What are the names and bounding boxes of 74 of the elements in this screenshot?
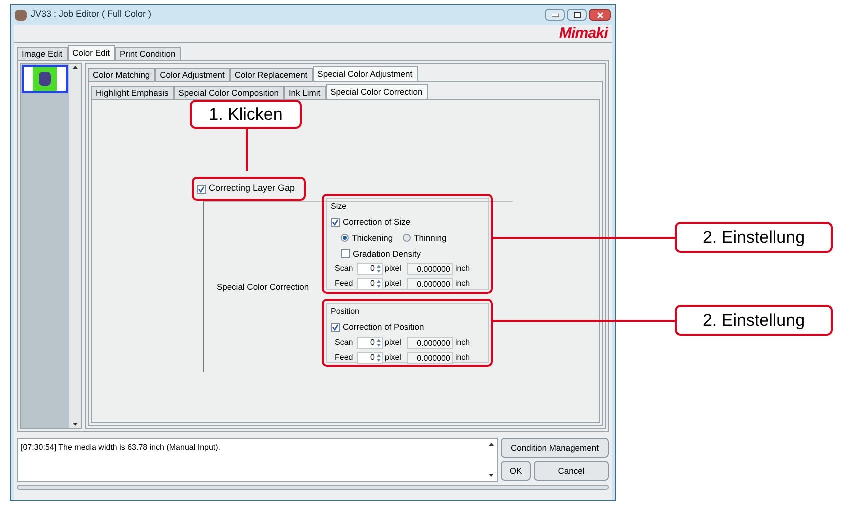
thumbnail-item[interactable] xyxy=(22,65,68,93)
field-label: Scan xyxy=(335,336,354,349)
unit-label: pixel xyxy=(385,263,402,276)
tab[interactable]: Color Matching xyxy=(88,68,156,81)
tab[interactable]: Print Condition xyxy=(114,47,181,60)
spinner-arrows-icon[interactable] xyxy=(376,264,382,274)
unit-label: inch xyxy=(455,336,470,349)
tab[interactable]: Image Edit xyxy=(17,47,68,60)
unit-label: pixel xyxy=(385,352,402,364)
spinner-field[interactable]: 0 xyxy=(357,336,383,349)
checkbox[interactable] xyxy=(341,249,350,258)
scroll-down-icon[interactable] xyxy=(72,423,78,426)
inch-value-field: 0.000000 xyxy=(407,352,454,364)
log-message: [07:30:54] The media width is 63.78 inch (Manual Input). xyxy=(20,442,222,454)
callout-label: 2. Einstellung xyxy=(675,305,833,336)
spinner-arrows-icon[interactable] xyxy=(376,279,382,289)
tab[interactable]: Color Replacement xyxy=(230,68,313,81)
unit-label: pixel xyxy=(385,278,402,289)
unit-label: inch xyxy=(455,278,470,289)
inch-value-field: 0.000000 xyxy=(407,278,454,289)
scroll-up-icon[interactable] xyxy=(488,443,494,446)
brand-logo: Mimaki xyxy=(559,26,608,41)
field-label: Scan xyxy=(335,263,354,276)
tab[interactable]: Color Edit xyxy=(68,45,115,60)
inch-value-field: 0.000000 xyxy=(407,263,454,276)
checkbox[interactable] xyxy=(197,184,206,194)
condition-management-button[interactable]: Condition Management xyxy=(501,438,609,458)
field-label: Feed xyxy=(335,352,354,364)
field-label: Feed xyxy=(335,278,354,289)
close-icon xyxy=(596,12,604,18)
tab[interactable]: Special Color Correction xyxy=(326,84,428,99)
callout-label: 1. Klicken xyxy=(190,100,302,129)
ok-button[interactable]: OK xyxy=(501,461,531,481)
minimize-icon xyxy=(552,14,558,16)
cancel-button[interactable]: Cancel xyxy=(534,461,609,481)
maximize-button[interactable] xyxy=(567,9,587,21)
tab[interactable]: Special Color Composition xyxy=(174,86,284,99)
callout-label: 2. Einstellung xyxy=(675,222,833,253)
checkbox-label: Correction of Size xyxy=(343,216,411,229)
tab[interactable]: Color Adjustment xyxy=(155,68,230,81)
scrollbar[interactable] xyxy=(69,64,81,428)
checkbox-label: Correction of Position xyxy=(343,321,424,334)
window-title: JV33 : Job Editor ( Full Color ) xyxy=(31,8,152,22)
spinner-field[interactable]: 0 xyxy=(357,278,383,289)
tab[interactable]: Special Color Adjustment xyxy=(312,66,418,81)
unit-label: inch xyxy=(455,352,470,364)
checkbox-label: Gradation Density xyxy=(353,248,422,260)
tab[interactable]: Highlight Emphasis xyxy=(91,86,174,99)
radio-button[interactable] xyxy=(341,234,349,242)
app-icon xyxy=(15,10,27,20)
leader-line xyxy=(246,128,248,171)
group-title: Position xyxy=(331,306,360,318)
unit-label: pixel xyxy=(385,336,402,349)
section-label: Special Color Correction xyxy=(216,280,310,294)
tab[interactable]: Ink Limit xyxy=(284,86,326,99)
spinner-field[interactable]: 0 xyxy=(357,352,383,364)
radio-button[interactable] xyxy=(403,234,412,242)
photo-placeholder xyxy=(33,67,57,91)
spinner-arrows-icon[interactable] xyxy=(376,352,382,363)
radio-label: Thinning xyxy=(414,232,447,244)
spinner-field[interactable]: 0 xyxy=(357,263,383,276)
scroll-up-icon[interactable] xyxy=(72,66,78,69)
inch-value-field: 0.000000 xyxy=(407,336,454,349)
checkbox[interactable] xyxy=(331,322,340,332)
spinner-arrows-icon[interactable] xyxy=(376,338,382,348)
maximize-icon xyxy=(574,12,580,18)
scroll-down-icon[interactable] xyxy=(488,474,494,477)
checkbox-label: Correcting Layer Gap xyxy=(209,182,296,196)
radio-label: Thickening xyxy=(352,232,394,244)
checkbox[interactable] xyxy=(331,218,340,227)
unit-label: inch xyxy=(455,263,470,276)
minimize-button[interactable] xyxy=(545,9,565,21)
group-title: Size xyxy=(331,201,348,213)
close-button[interactable] xyxy=(589,9,611,21)
